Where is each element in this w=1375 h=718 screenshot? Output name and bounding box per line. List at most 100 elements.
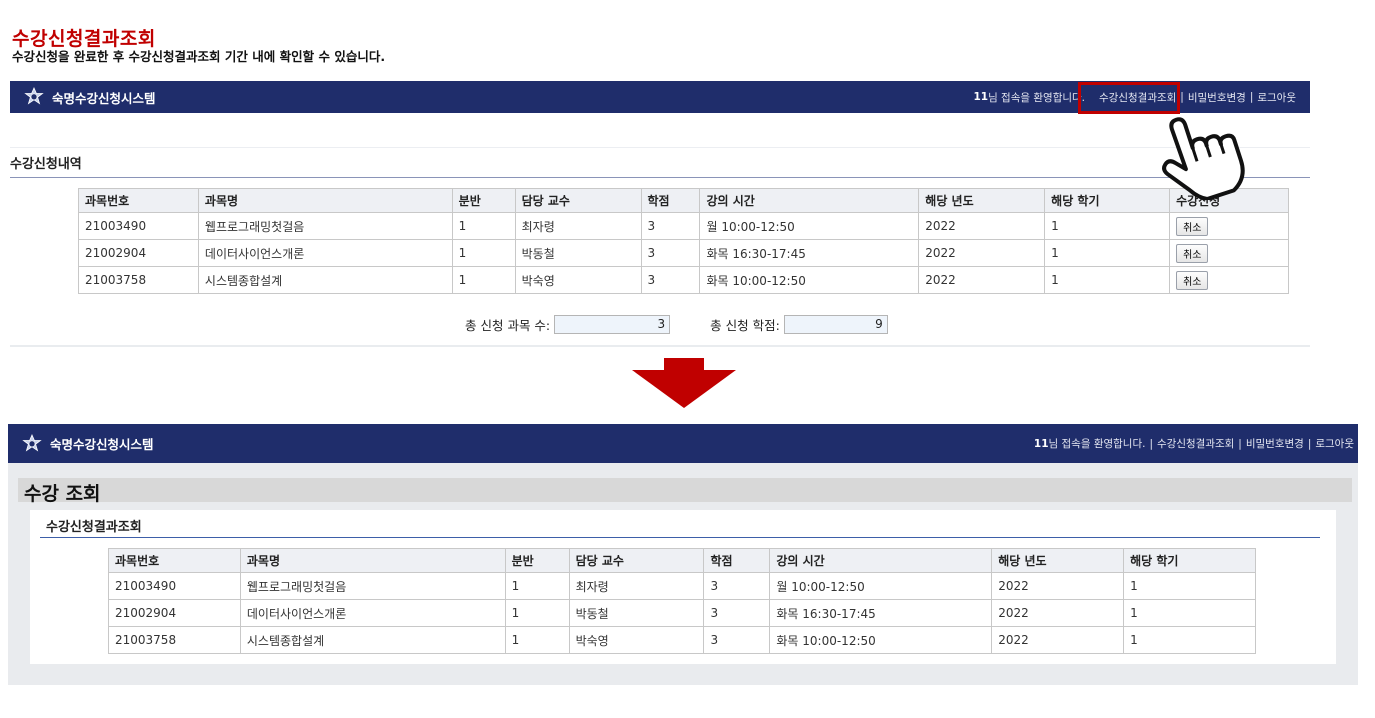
table-row: 21002904 데이터사이언스개론 1 박동철 3 화목 16:30-17:4… xyxy=(78,239,1289,267)
column-header: 과목번호 xyxy=(78,188,199,213)
professor: 박숙영 xyxy=(568,626,705,654)
course-name: 웹프로그래밍첫걸음 xyxy=(239,572,506,600)
course-name: 웹프로그래밍첫걸음 xyxy=(197,212,453,240)
table-row: 21003758 시스템종합설계 1 박숙영 3 화목 10:00-12:50 … xyxy=(78,266,1289,294)
credits: 3 xyxy=(703,572,771,600)
credits: 3 xyxy=(640,212,701,240)
university-emblem-icon xyxy=(24,87,44,105)
course-number: 21003490 xyxy=(108,572,241,600)
down-arrow-icon xyxy=(632,358,736,408)
brand-name: 숙명수강신청시스템 xyxy=(50,437,154,452)
brand[interactable]: 숙명수강신청시스템 xyxy=(22,433,154,454)
column-header: 분반 xyxy=(451,188,516,213)
column-header: 분반 xyxy=(504,548,570,573)
year: 2022 xyxy=(991,572,1125,600)
total-credits-label: 총 신청 학점: xyxy=(710,318,780,333)
university-emblem-icon xyxy=(22,433,42,451)
action-cell: 취소 xyxy=(1169,266,1289,294)
result-table: 과목번호 과목명 분반 담당 교수 학점 강의 시간 해당 년도 해당 학기 2… xyxy=(108,548,1256,654)
column-header: 강의 시간 xyxy=(699,188,920,213)
welcome-text: 님 접속을 환영합니다. xyxy=(1048,438,1146,450)
year: 2022 xyxy=(991,599,1125,627)
year: 2022 xyxy=(918,212,1046,240)
section-rule xyxy=(10,177,1310,178)
column-header: 해당 년도 xyxy=(918,188,1046,213)
semester: 1 xyxy=(1044,212,1171,240)
lecture-time: 화목 16:30-17:45 xyxy=(769,599,993,627)
nav-link-logout[interactable]: 로그아웃 xyxy=(1315,436,1354,451)
pointing-hand-cursor-icon xyxy=(1162,117,1245,200)
cancel-button[interactable]: 취소 xyxy=(1176,216,1209,236)
course-number: 21003758 xyxy=(108,626,241,654)
section-number: 1 xyxy=(451,266,516,294)
nav-link-logout[interactable]: 로그아웃 xyxy=(1257,90,1296,105)
total-courses-label: 총 신청 과목 수: xyxy=(465,318,551,333)
professor: 박숙영 xyxy=(514,266,642,294)
lecture-time: 화목 10:00-12:50 xyxy=(699,266,920,294)
course-number: 21003758 xyxy=(78,266,199,294)
course-number: 21003490 xyxy=(78,212,199,240)
credits: 3 xyxy=(640,266,701,294)
lecture-time: 월 10:00-12:50 xyxy=(769,572,993,600)
lecture-time: 화목 16:30-17:45 xyxy=(699,239,920,267)
credits: 3 xyxy=(640,239,701,267)
welcome-text: 님 접속을 환영합니다. xyxy=(988,91,1086,104)
top-divider xyxy=(10,147,1310,148)
nav-link-result-inquiry[interactable]: 수강신청결과조회 xyxy=(1157,436,1234,451)
brand-name: 숙명수강신청시스템 xyxy=(52,90,156,106)
nav-link-change-password[interactable]: 비밀번호변경 xyxy=(1246,436,1304,451)
column-header: 담당 교수 xyxy=(568,548,705,573)
user-id: 11 xyxy=(973,91,989,103)
registration-table: 과목번호 과목명 분반 담당 교수 학점 강의 시간 해당 년도 해당 학기 수… xyxy=(78,188,1289,294)
year: 2022 xyxy=(918,239,1046,267)
course-number: 21002904 xyxy=(78,239,199,267)
column-header: 과목번호 xyxy=(108,548,241,573)
nav-separator: | xyxy=(1149,437,1154,450)
lecture-time: 화목 10:00-12:50 xyxy=(769,626,993,654)
column-header: 강의 시간 xyxy=(769,548,993,573)
table-row: 21003490 웹프로그래밍첫걸음 1 최자령 3 월 10:00-12:50… xyxy=(108,572,1256,600)
section-title-result: 수강신청결과조회 xyxy=(46,520,142,535)
nav-separator: | xyxy=(1307,437,1312,450)
column-header: 과목명 xyxy=(197,188,453,213)
action-cell: 취소 xyxy=(1169,212,1289,240)
total-courses-value: 3 xyxy=(554,315,671,334)
section-number: 1 xyxy=(504,572,570,600)
column-header: 해당 학기 xyxy=(1123,548,1256,573)
semester: 1 xyxy=(1123,626,1256,654)
registration-summary: 총 신청 과목 수: 3 총 신청 학점: 9 xyxy=(465,315,888,334)
section-number: 1 xyxy=(504,626,570,654)
semester: 1 xyxy=(1044,239,1171,267)
table-header-row: 과목번호 과목명 분반 담당 교수 학점 강의 시간 해당 년도 해당 학기 xyxy=(108,548,1256,573)
column-header: 학점 xyxy=(703,548,771,573)
section-title-registration: 수강신청내역 xyxy=(10,157,82,172)
year: 2022 xyxy=(991,626,1125,654)
table-header-row: 과목번호 과목명 분반 담당 교수 학점 강의 시간 해당 년도 해당 학기 수… xyxy=(78,188,1289,213)
nav-separator: | xyxy=(1238,437,1242,450)
column-header: 학점 xyxy=(640,188,701,213)
user-menu: 11 님 접속을 환영합니다. | 수강신청결과조회 | 비밀번호변경 | 로그… xyxy=(1034,436,1354,451)
top-navbar-result: 숙명수강신청시스템 11 님 접속을 환영합니다. | 수강신청결과조회 | 비… xyxy=(8,424,1358,463)
cancel-button[interactable]: 취소 xyxy=(1176,243,1209,263)
professor: 박동철 xyxy=(514,239,642,267)
course-name: 데이터사이언스개론 xyxy=(239,599,506,627)
section-number: 1 xyxy=(451,212,516,240)
section-number: 1 xyxy=(504,599,570,627)
lecture-time: 월 10:00-12:50 xyxy=(699,212,920,240)
semester: 1 xyxy=(1044,266,1171,294)
year: 2022 xyxy=(918,266,1046,294)
section-rule xyxy=(40,537,1320,538)
professor: 최자령 xyxy=(514,212,642,240)
page-title: 수강 조회 xyxy=(24,483,101,505)
table-row: 21003758 시스템종합설계 1 박숙영 3 화목 10:00-12:50 … xyxy=(108,626,1256,654)
course-name: 시스템종합설계 xyxy=(239,626,506,654)
document-subtitle: 수강신청을 완료한 후 수강신청결과조회 기간 내에 확인할 수 있습니다. xyxy=(12,49,386,64)
cancel-button[interactable]: 취소 xyxy=(1176,270,1209,290)
user-id: 11 xyxy=(1033,437,1049,450)
brand[interactable]: 숙명수강신청시스템 xyxy=(24,87,156,107)
action-cell: 취소 xyxy=(1169,239,1289,267)
panel-bottom-border xyxy=(10,345,1310,347)
page-title-bar xyxy=(18,478,1352,502)
table-row: 21002904 데이터사이언스개론 1 박동철 3 화목 16:30-17:4… xyxy=(108,599,1256,627)
credits: 3 xyxy=(703,599,771,627)
